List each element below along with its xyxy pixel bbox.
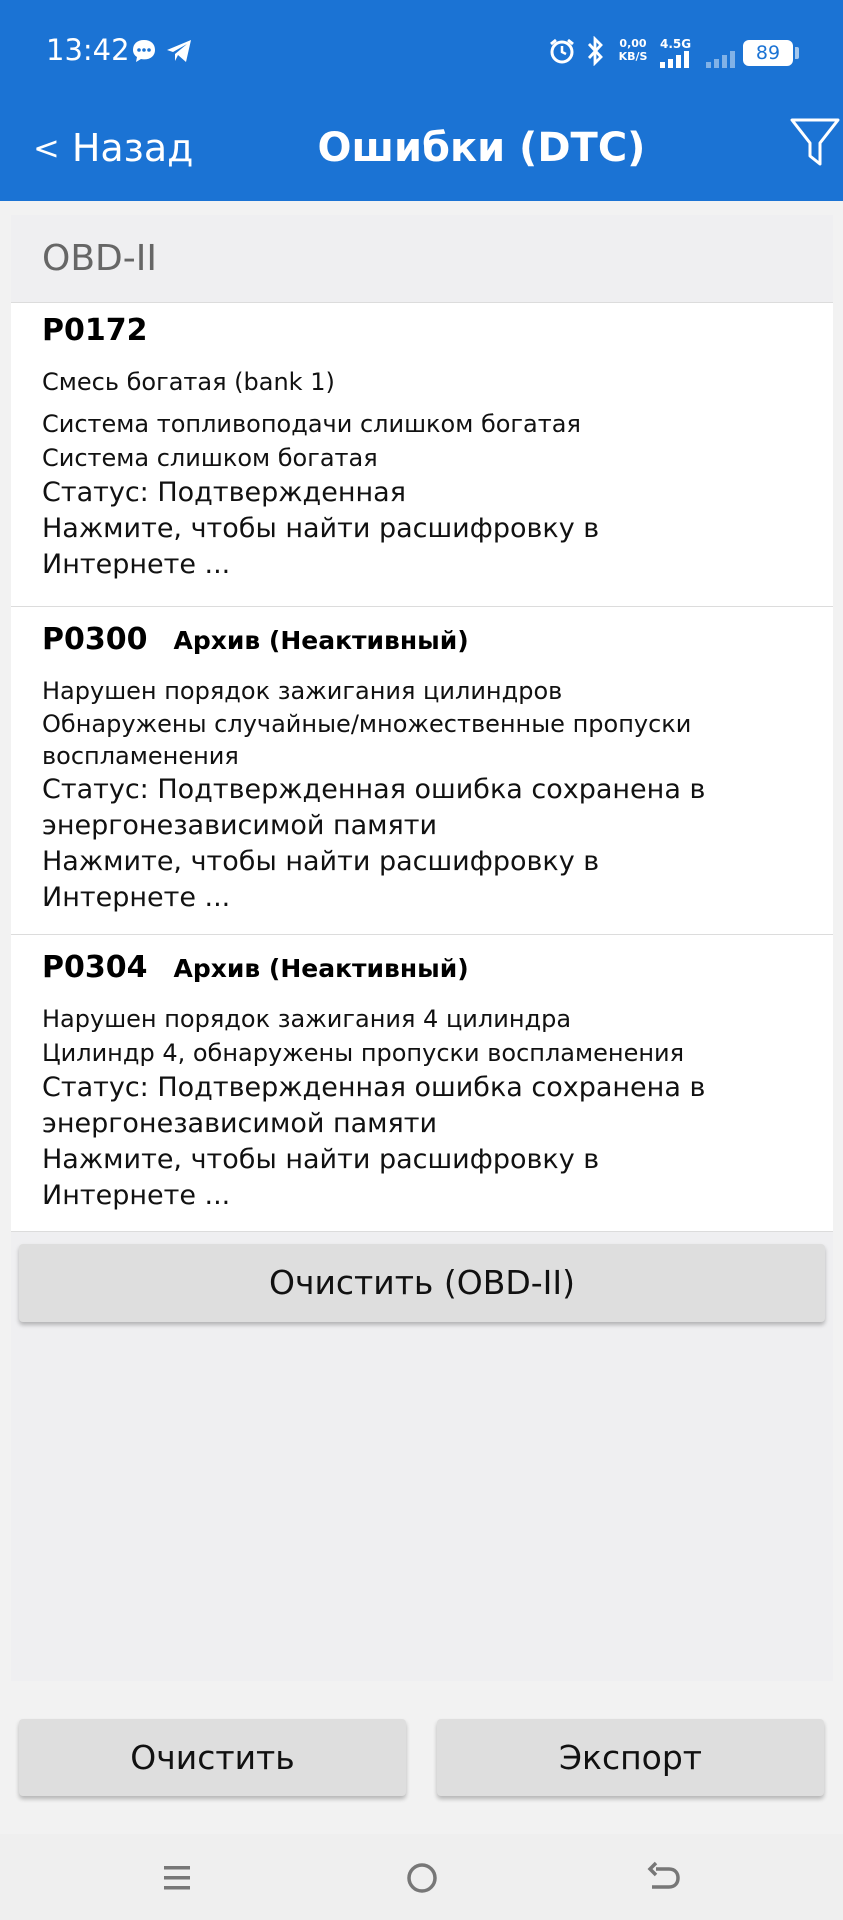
chat-notification-icon [133, 40, 155, 62]
dtc-panel: OBD-II P0172 Смесь богатая (bank 1) Сист… [11, 215, 833, 1681]
dtc-code: P0300 [42, 622, 148, 657]
dtc-archive-tag: Архив (Неактивный) [173, 954, 469, 983]
dtc-status: Статус: Подтвержденная [42, 477, 406, 508]
dtc-lookup-link[interactable]: Нажмите, чтобы найти расшифровку в Интер… [42, 1142, 642, 1214]
dtc-lookup-link[interactable]: Нажмите, чтобы найти расшифровку в Интер… [42, 844, 642, 916]
bluetooth-icon [587, 36, 603, 66]
telegram-icon [167, 40, 191, 62]
back-arrow-icon[interactable] [642, 1856, 686, 1900]
network-speed: 0,00 KB/S [615, 37, 651, 63]
alarm-icon [550, 38, 574, 64]
dtc-description: Система слишком богатая [42, 444, 378, 472]
battery-level: 89 [743, 40, 793, 66]
page-title: Ошибки (DTC) [317, 125, 646, 171]
app-header: 13:42 0,00 KB/S 4.5G 89 < Назад Ошибки (… [0, 0, 843, 201]
dtc-status: Статус: Подтвержденная ошибка сохранена … [42, 1072, 706, 1139]
dtc-code: P0304 [42, 950, 148, 985]
section-header-obd: OBD-II [11, 215, 833, 303]
dtc-item-p0300[interactable]: P0300 Архив (Неактивный) Нарушен порядок… [11, 607, 833, 935]
dtc-description: Система топливоподачи слишком богатая [42, 410, 581, 438]
status-bar: 13:42 0,00 KB/S 4.5G 89 [0, 0, 843, 104]
dtc-description: Обнаружены случайные/множественные пропу… [42, 710, 692, 770]
signal-strength-icon [660, 51, 689, 68]
dtc-short-description: Нарушен порядок зажигания цилиндров [42, 677, 563, 705]
dtc-title-row: P0172 [42, 313, 813, 357]
filter-funnel-icon[interactable] [790, 116, 840, 170]
network-speed-unit: KB/S [618, 50, 648, 63]
dtc-item-p0172[interactable]: P0172 Смесь богатая (bank 1) Система топ… [11, 303, 833, 607]
home-circle-icon[interactable] [400, 1856, 444, 1900]
dtc-description: Цилиндр 4, обнаружены пропуски воспламен… [42, 1039, 685, 1067]
dtc-code: P0172 [42, 313, 148, 348]
network-type: 4.5G [660, 37, 692, 51]
dtc-item-p0304[interactable]: P0304 Архив (Неактивный) Нарушен порядок… [11, 935, 833, 1232]
status-time: 13:42 [46, 33, 130, 67]
dtc-short-description: Смесь богатая (bank 1) [42, 368, 335, 396]
dtc-status: Статус: Подтвержденная ошибка сохранена … [42, 774, 706, 841]
menu-icon[interactable] [156, 1856, 200, 1900]
dtc-title-row: P0300 Архив (Неактивный) [42, 622, 813, 666]
signal-strength-secondary-icon [706, 51, 735, 68]
clear-button[interactable]: Очистить [19, 1719, 406, 1796]
app-bar: < Назад Ошибки (DTC) [0, 104, 843, 201]
system-nav-bar [0, 1834, 843, 1920]
export-button[interactable]: Экспорт [437, 1719, 824, 1796]
battery-tip [795, 47, 799, 59]
dtc-short-description: Нарушен порядок зажигания 4 цилиндра [42, 1005, 572, 1033]
network-speed-value: 0,00 [619, 37, 647, 50]
clear-obd-button[interactable]: Очистить (OBD-II) [19, 1244, 825, 1322]
dtc-title-row: P0304 Архив (Неактивный) [42, 950, 813, 994]
dtc-lookup-link[interactable]: Нажмите, чтобы найти расшифровку в Интер… [42, 511, 642, 583]
dtc-archive-tag: Архив (Неактивный) [173, 626, 469, 655]
